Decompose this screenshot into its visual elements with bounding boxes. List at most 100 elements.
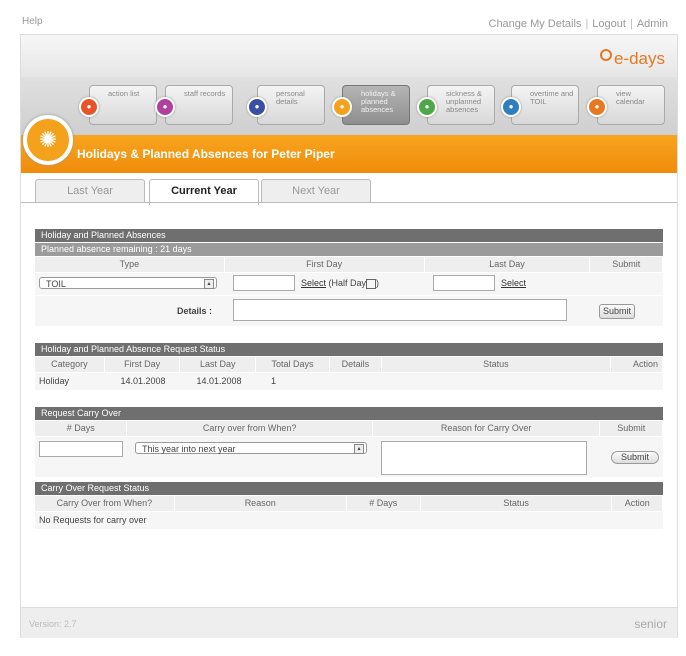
person-icon: ● [247,97,267,117]
calendar-icon: ● [587,97,607,117]
col-status: Status [421,496,613,511]
dropdown-arrow-icon: ▴ [204,279,214,289]
half-day-label: (Half Day [328,278,367,288]
col-carry-from: Carry over from When? [127,421,373,436]
nav-staff-records-button[interactable]: staff records [165,85,233,125]
col-days: # Days [35,421,128,436]
help-link[interactable]: Help [22,16,43,27]
last-day-picker: Select [501,278,526,288]
col-status: Status [382,357,611,372]
tab-last-year[interactable]: Last Year [35,179,145,203]
carry-days-field[interactable] [39,441,123,457]
row-last-day: 14.01.2008 [196,376,242,386]
clipboard-icon: ● [79,97,99,117]
row-status [383,373,615,390]
col-reason: Reason for Carry Over [373,421,601,436]
half-day-checkbox[interactable] [366,278,377,289]
details-textarea[interactable] [233,299,567,321]
row-first-day: 14.01.2008 [120,376,166,386]
col-last-day: Last Day [425,257,591,272]
carry-reason-textarea[interactable] [381,441,587,475]
logo-text: e-days [613,49,665,68]
section-heading: Request Carry Over [35,407,663,420]
table-row: Holiday 14.01.2008 14.01.2008 1 [35,372,663,390]
submit-carry-over-button[interactable]: Submit [611,451,659,464]
absence-type-select[interactable]: TOIL ▴ [39,277,217,289]
nav-personal-details-button[interactable]: personal details [257,85,325,125]
carry-from-select[interactable]: This year into next year ▴ [135,442,367,454]
section-heading: Holiday and Planned Absence Request Stat… [35,343,663,356]
logout-link[interactable]: Logout [592,18,626,30]
separator: | [629,18,633,30]
first-day-select-link[interactable]: Select [301,278,326,288]
page-banner: Holidays & Planned Absences for Peter Pi… [21,135,677,173]
row-total-days: 1 [271,376,277,386]
selected-carry-from: This year into next year [142,444,236,454]
change-details-link[interactable]: Change My Details [489,18,582,30]
col-type: Type [35,257,225,272]
section-heading: Holiday and Planned Absences [35,229,663,242]
nav-label: view calendar [616,89,645,106]
nav-label: holidays & planned absences [361,89,396,114]
senior-logo: senior [634,617,667,631]
nav-overtime-button[interactable]: overtime and TOIL [511,85,579,125]
nav-action-list-button[interactable]: action list [89,85,157,125]
selected-type: TOIL [46,279,66,289]
holiday-request-section: Holiday and Planned Absences Planned abs… [35,229,663,326]
col-first-day: First Day [105,357,181,372]
clock-icon: ● [501,97,521,117]
footer: Version: 2.7 senior [21,607,677,638]
empty-message: No Requests for carry over [39,515,147,525]
details-row: Details : Submit [35,295,663,326]
col-details: Details [330,357,382,372]
last-day-select-link[interactable]: Select [501,278,526,288]
top-bar: Help Change My Details | Logout | Admin [0,0,686,34]
tab-next-year[interactable]: Next Year [261,179,371,203]
row-category: Holiday [39,376,70,386]
col-submit: Submit [590,257,663,272]
carry-over-status-section: Carry Over Request Status Carry Over fro… [35,482,663,529]
column-headers: Type First Day Last Day Submit [35,256,663,272]
dropdown-arrow-icon: ▴ [354,444,364,454]
row-action [615,373,663,390]
col-reason: Reason [175,496,347,511]
header: e-days [21,35,677,78]
col-category: Category [35,357,105,372]
tab-divider [21,202,677,203]
nav-label: overtime and TOIL [530,89,574,106]
submit-absence-button[interactable]: Submit [599,304,635,319]
last-day-field[interactable] [433,275,495,291]
col-submit: Submit [600,421,663,436]
col-first-day: First Day [225,257,425,272]
col-action: Action [611,357,664,372]
admin-link[interactable]: Admin [637,18,668,30]
nav-label: action list [108,89,140,98]
details-label: Details : [177,306,213,316]
first-day-picker: Select (Half Day) [301,278,379,289]
section-sun-icon: ✺ [23,115,73,165]
col-last-day: Last Day [180,357,257,372]
nav-label: personal details [276,89,305,106]
col-total-days: Total Days [256,357,330,372]
edays-logo[interactable]: e-days [599,49,665,69]
column-headers: # Days Carry over from When? Reason for … [35,420,663,436]
top-links: Change My Details | Logout | Admin [489,18,669,30]
version-label: Version: 2.7 [29,619,77,629]
nav-label: staff records [184,89,226,98]
separator: | [585,18,589,30]
col-days: # Days [347,496,421,511]
col-carry-from: Carry Over from When? [35,496,175,511]
request-status-section: Holiday and Planned Absence Request Stat… [35,343,664,390]
nav-calendar-button[interactable]: view calendar [597,85,665,125]
medical-icon: ● [417,97,437,117]
first-day-field[interactable] [233,275,295,291]
page-title: Holidays & Planned Absences for Peter Pi… [77,147,335,161]
carry-over-input-row: This year into next year ▴ Submit [35,436,663,477]
nav-sickness-button[interactable]: sickness & unplanned absences [427,85,495,125]
column-headers: Carry Over from When? Reason # Days Stat… [35,495,663,511]
column-headers: Category First Day Last Day Total Days D… [35,356,664,372]
nav-holidays-button[interactable]: holidays & planned absences [342,85,410,125]
col-action: Action [612,496,663,511]
main-nav: ● action list ● staff records ● personal… [21,77,677,135]
nav-label: sickness & unplanned absences [446,89,482,114]
